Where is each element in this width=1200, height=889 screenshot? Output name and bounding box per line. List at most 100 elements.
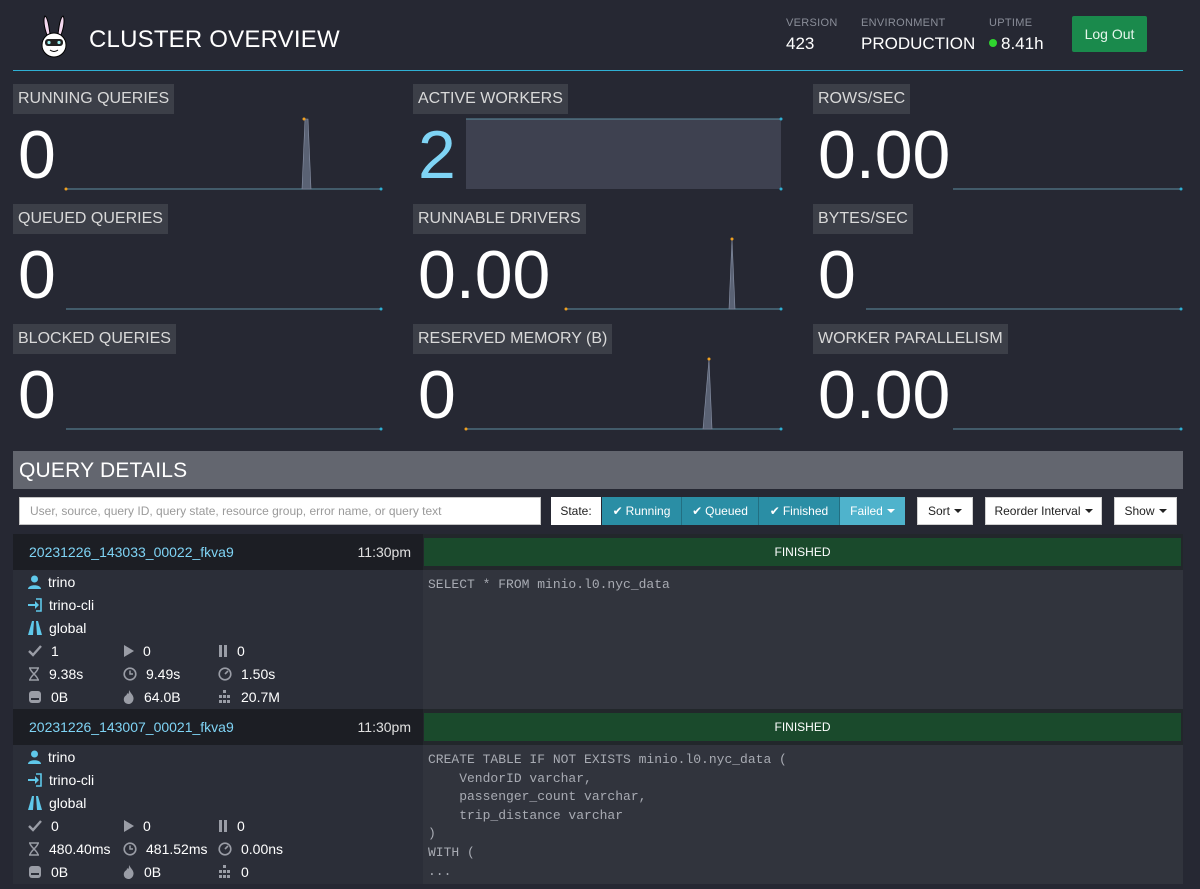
query-time: 11:30pm (357, 544, 411, 560)
completed-splits: 1 (28, 643, 59, 659)
query-id-link[interactable]: 20231226_143007_00021_fkva9 (29, 719, 234, 735)
checkmark-icon (28, 645, 42, 657)
input-rows-value: 0 (241, 864, 249, 880)
query-details-title: QUERY DETAILS (19, 459, 188, 482)
elapsed-time-value: 9.49s (146, 666, 181, 682)
state-filter-label: State: (551, 497, 601, 525)
current-memory-value: 0B (51, 689, 69, 705)
tile-label: BYTES/SEC (813, 204, 913, 234)
wall-time: 9.38s (28, 666, 83, 682)
query-state-badge: FINISHED (424, 538, 1181, 566)
state-running-toggle[interactable]: ✔ Running (602, 497, 682, 525)
query-id-link[interactable]: 20231226_143033_00022_fkva9 (29, 544, 234, 560)
tile-value: 0 (18, 117, 56, 193)
tile-active-workers: ACTIVE WORKERS 2 (413, 84, 783, 191)
uptime-label: UPTIME (989, 17, 1033, 29)
show-dropdown[interactable]: Show (1114, 497, 1177, 525)
query-time: 11:30pm (357, 719, 411, 735)
query-search-input[interactable] (19, 497, 541, 525)
clock-icon (123, 842, 137, 856)
caret-down-icon (1084, 509, 1093, 513)
version-info: VERSION 423 (786, 17, 838, 54)
tile-label: WORKER PARALLELISM (813, 324, 1008, 354)
caret-down-icon (1158, 509, 1167, 513)
environment-info: ENVIRONMENT PRODUCTION (861, 17, 975, 54)
input-rows: 20.7M (218, 689, 280, 705)
dashboard-icon (218, 667, 232, 681)
tile-value: 0 (418, 357, 456, 433)
state-failed-dropdown[interactable]: Failed (840, 497, 905, 525)
tile-running-queries: RUNNING QUERIES 0 (13, 84, 383, 191)
queued-splits-value: 0 (237, 643, 245, 659)
current-memory-value: 0B (51, 864, 69, 880)
dashboard-icon (218, 842, 232, 856)
tile-worker-parallelism: WORKER PARALLELISM 0.00 (813, 324, 1183, 431)
running-splits: 0 (123, 643, 151, 659)
pause-icon (219, 820, 227, 832)
play-icon (124, 820, 134, 832)
state-running-label: Running (625, 504, 671, 518)
tile-value: 0.00 (818, 357, 951, 433)
tile-value: 0 (818, 237, 856, 313)
tile-label: QUEUED QUERIES (13, 204, 168, 234)
resource-group-value: global (49, 795, 87, 811)
cpu-time: 0.00ns (218, 841, 283, 857)
reorder-interval-dropdown[interactable]: Reorder Interval (985, 497, 1102, 525)
tile-value: 2 (418, 117, 456, 193)
caret-down-icon (954, 509, 962, 513)
query-source: trino-cli (28, 597, 94, 613)
query-resource-group: global (28, 795, 86, 811)
hourglass-icon (29, 842, 39, 856)
cpu-time-value: 0.00ns (241, 841, 284, 857)
environment-label: ENVIRONMENT (861, 17, 946, 29)
logout-button[interactable]: Log Out (1072, 16, 1147, 52)
environment-value: PRODUCTION (861, 34, 976, 53)
user-icon (28, 575, 41, 589)
completed-splits-value: 1 (51, 643, 59, 659)
elapsed-time-value: 481.52ms (146, 841, 208, 857)
source-value: trino-cli (49, 597, 95, 613)
input-rows: 0 (218, 864, 249, 880)
version-value: 423 (786, 34, 815, 53)
state-finished-toggle[interactable]: ✔ Finished (759, 497, 840, 525)
hdd-icon (29, 691, 41, 703)
play-icon (124, 645, 134, 657)
elapsed-time: 481.52ms (123, 841, 207, 857)
wall-time-value: 480.40ms (49, 841, 111, 857)
header-divider (13, 70, 1183, 71)
query-status-bar: FINISHED (423, 534, 1183, 570)
query-row-header: 20231226_143033_00022_fkva9 11:30pm (13, 534, 423, 570)
state-finished-label: Finished (782, 504, 829, 518)
pause-icon (219, 645, 227, 657)
sort-dropdown[interactable]: Sort (917, 497, 973, 525)
completed-splits-value: 0 (51, 818, 59, 834)
tile-reserved-memory: RESERVED MEMORY (B) 0 (413, 324, 783, 431)
query-sql-panel: CREATE TABLE IF NOT EXISTS minio.l0.nyc_… (423, 745, 1183, 884)
caret-down-icon (886, 509, 895, 513)
query-sql-panel: SELECT * FROM minio.l0.nyc_data (423, 570, 1183, 709)
clock-icon (123, 667, 137, 681)
state-failed-label: Failed (850, 504, 883, 518)
show-label: Show (1124, 504, 1155, 518)
road-icon (28, 621, 42, 635)
query-info-panel: trino trino-cli global 0 0 0 480.40ms 48… (13, 745, 423, 884)
header: CLUSTER OVERVIEW VERSION 423 ENVIRONMENT… (0, 0, 1200, 70)
hdd-icon (29, 866, 41, 878)
uptime-value: 8.41h (1001, 34, 1044, 53)
completed-splits: 0 (28, 818, 59, 834)
query-info-panel: trino trino-cli global 1 0 0 9.38s 9.49s… (13, 570, 423, 709)
stack-icon (219, 690, 230, 703)
running-splits: 0 (123, 818, 151, 834)
tile-bytes-per-sec: BYTES/SEC 0 (813, 204, 1183, 311)
source-value: trino-cli (49, 772, 95, 788)
state-queued-toggle[interactable]: ✔ Queued (682, 497, 759, 525)
tile-label: RUNNABLE DRIVERS (413, 204, 586, 234)
sign-in-icon (28, 598, 42, 612)
tile-blocked-queries: BLOCKED QUERIES 0 (13, 324, 383, 431)
peak-memory-value: 0B (144, 864, 162, 880)
query-filter-controls: State: ✔Running ✔Queued ✔Finished Failed… (13, 489, 1183, 533)
queued-splits: 0 (218, 818, 245, 834)
hourglass-icon (29, 667, 39, 681)
road-icon (28, 796, 42, 810)
tile-rows-per-sec: ROWS/SEC 0.00 (813, 84, 1183, 191)
